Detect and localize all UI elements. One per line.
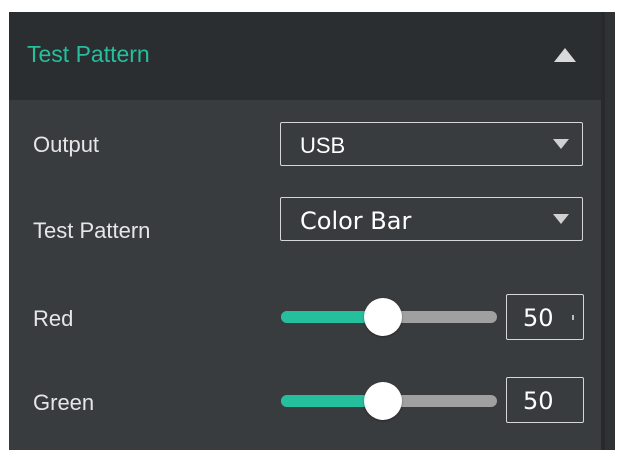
green-slider[interactable] [281,381,497,421]
panel-header[interactable]: Test Pattern [9,12,601,100]
test-pattern-select[interactable]: Color Bar [280,197,583,241]
panel-title: Test Pattern [27,41,150,67]
triangle-down-icon [552,213,570,225]
scrollbar-thumb[interactable] [605,12,615,450]
green-label: Green [33,390,95,415]
green-slider-thumb[interactable] [363,382,402,420]
triangle-down-icon [552,138,570,150]
output-label: Output [33,132,100,157]
green-value-input[interactable]: 50 [506,377,584,423]
red-label: Red [33,306,74,331]
red-slider[interactable] [281,297,497,337]
test-pattern-panel: Test Pattern Output USB Test Pattern Col… [9,12,601,450]
red-slider-thumb[interactable] [363,298,402,336]
output-select-value: USB [300,133,346,158]
output-select[interactable]: USB [280,122,583,166]
test-pattern-label: Test Pattern [33,218,151,243]
green-value: 50 [523,387,554,415]
test-pattern-select-value: Color Bar [300,207,412,235]
spinner-icon[interactable] [572,315,574,320]
red-value-input[interactable]: 50 [506,294,584,340]
triangle-up-icon[interactable] [552,44,578,66]
page-frame: Test Pattern Output USB Test Pattern Col… [0,0,619,450]
red-value: 50 [523,304,554,332]
